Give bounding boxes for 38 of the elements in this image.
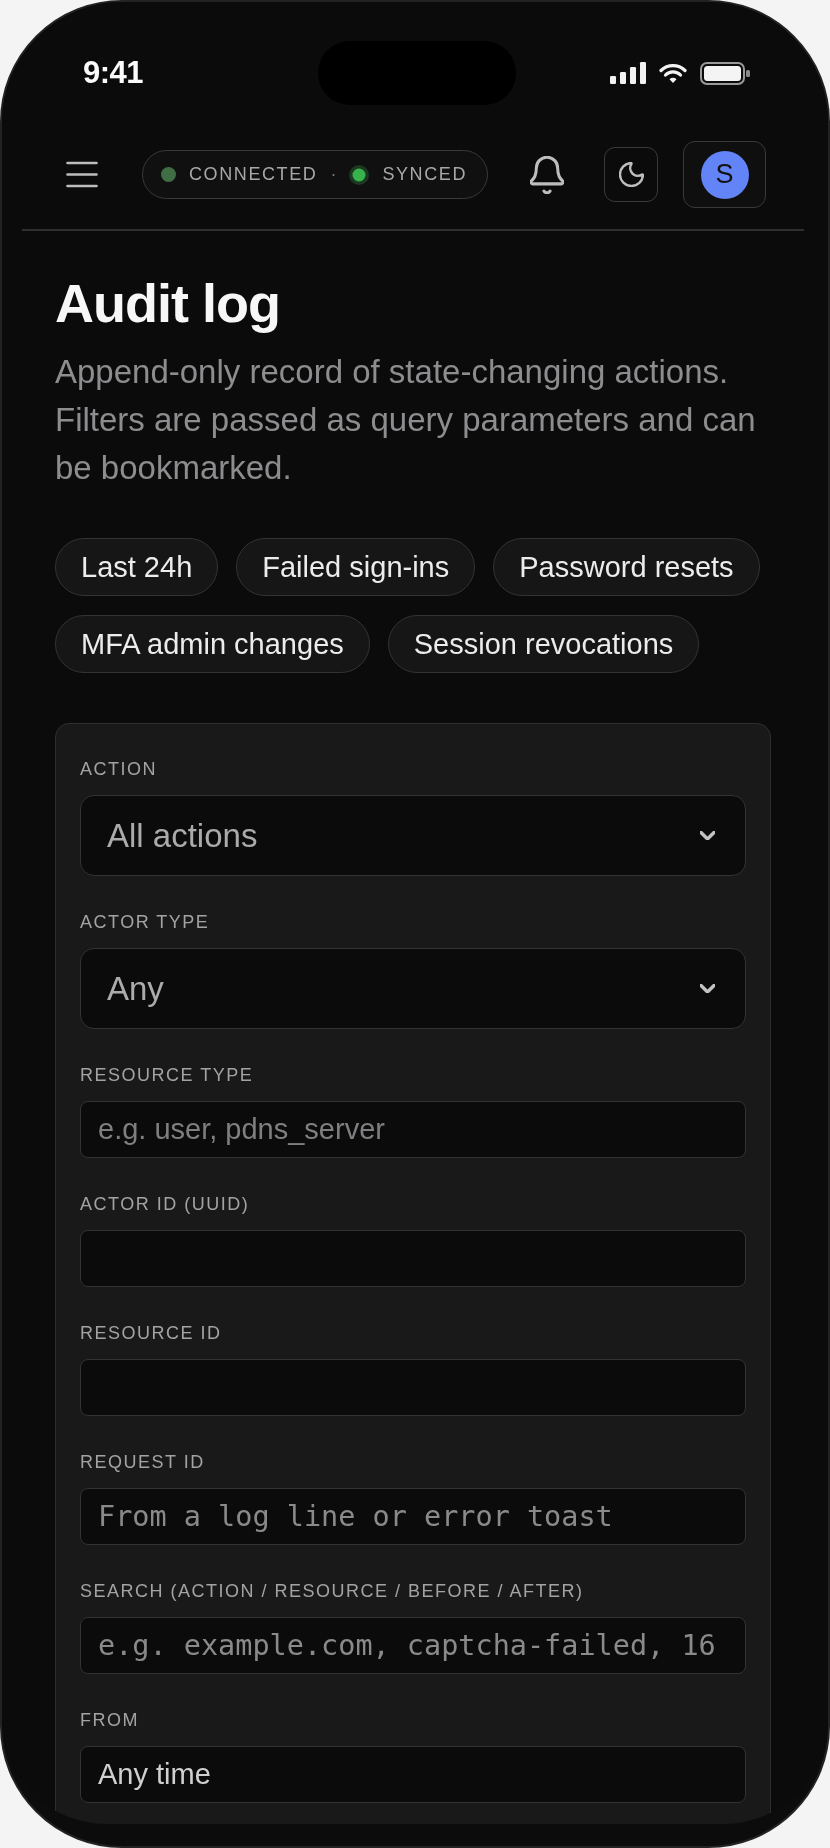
signal-bars-icon	[610, 62, 646, 84]
theme-toggle-button[interactable]	[604, 147, 659, 202]
avatar: S	[700, 150, 749, 199]
field-label: FROM	[80, 1709, 140, 1731]
separator: ·	[330, 164, 337, 185]
filter-chip[interactable]: Failed sign-ins	[236, 538, 476, 596]
input-field[interactable]: e.g. user, pdns_server	[80, 1101, 746, 1158]
status-label: SYNCED	[382, 164, 468, 185]
input-field[interactable]: From a log line or error toast	[80, 1488, 746, 1545]
input-field[interactable]: e.g. example.com, captcha-failed, 16	[80, 1617, 746, 1674]
bell-icon[interactable]	[530, 155, 565, 194]
field-label: REQUEST ID	[80, 1451, 206, 1473]
field-label: RESOURCE ID	[80, 1322, 223, 1344]
select-field[interactable]: Any	[80, 948, 746, 1029]
field-label: SEARCH (ACTION / RESOURCE / BEFORE / AFTER)	[80, 1580, 585, 1602]
wifi-icon	[659, 62, 687, 84]
chevron-down-icon	[700, 984, 715, 993]
field-label: RESOURCE TYPE	[80, 1064, 255, 1086]
filter-chip[interactable]: Password resets	[493, 538, 760, 596]
page-description: Append-only record of state-changing actions. Filters are passed as query parameters and can be bookmarked.	[55, 352, 757, 488]
input-field[interactable]: Any time	[80, 1746, 746, 1803]
chevron-down-icon	[700, 831, 715, 840]
filter-chip[interactable]: Last 24h	[55, 538, 219, 596]
moon-icon	[618, 162, 644, 187]
filter-chip[interactable]: Session revocations	[387, 615, 700, 673]
select-field[interactable]: All actions	[80, 795, 746, 876]
status-label: CONNECTED	[189, 164, 318, 185]
filter-chip[interactable]: MFA admin changes	[55, 615, 370, 673]
battery-icon	[700, 61, 750, 85]
input-field[interactable]	[80, 1359, 746, 1416]
menu-icon[interactable]	[66, 161, 98, 188]
status-time: 9:41	[83, 55, 144, 91]
page-title: Audit log	[55, 272, 281, 335]
field-label: ACTOR ID (UUID)	[80, 1193, 251, 1215]
input-field[interactable]	[80, 1230, 746, 1287]
field-label: ACTION	[80, 758, 158, 780]
avatar-button[interactable]: S	[683, 141, 767, 208]
field-label: ACTOR TYPE	[80, 911, 211, 933]
